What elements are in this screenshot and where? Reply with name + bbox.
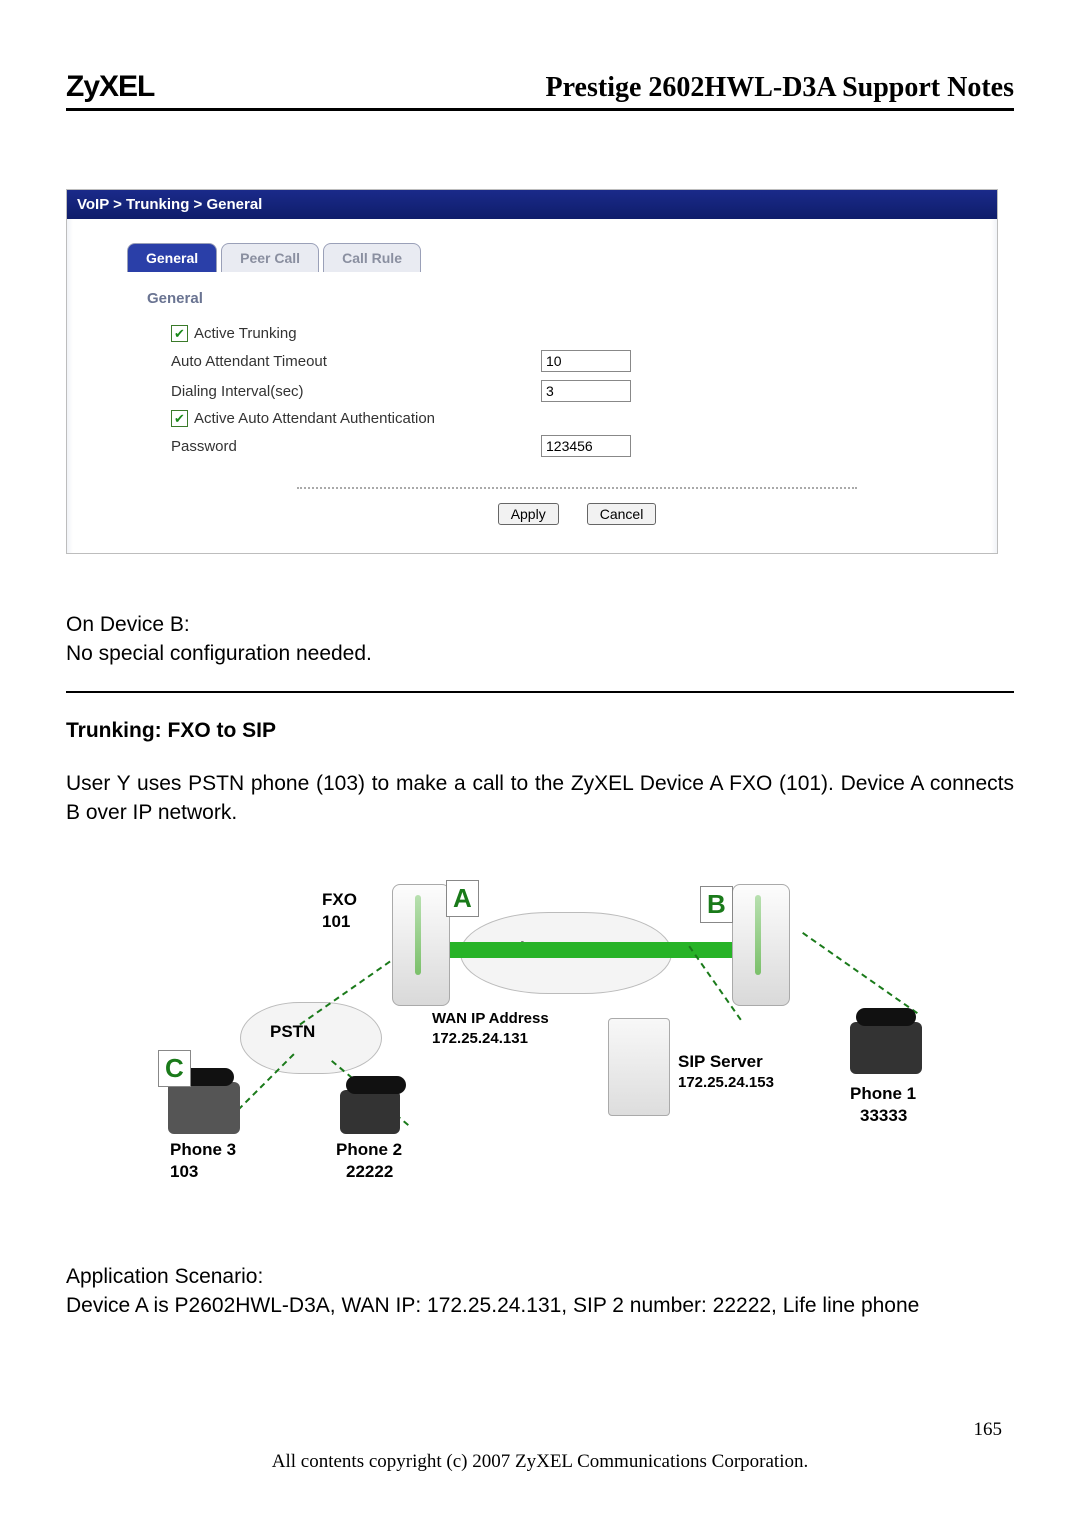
input-password[interactable] [541,435,631,457]
row-active-auto-auth: ✔ Active Auto Attendant Authentication [171,410,969,427]
paragraph-trunking: User Y uses PSTN phone (103) to make a c… [66,769,1014,828]
doc-title: Prestige 2602HWL-D3A Support Notes [546,72,1014,104]
label-active-auto-auth: Active Auto Attendant Authentication [194,410,435,427]
tab-peer-call[interactable]: Peer Call [221,243,319,272]
checkbox-active-trunking[interactable]: ✔ [171,325,188,342]
input-auto-attendant-timeout[interactable] [541,350,631,372]
copyright: All contents copyright (c) 2007 ZyXEL Co… [0,1451,1080,1473]
label-phone2-num: 22222 [346,1162,393,1182]
label-wan-ip: WAN IP Address [432,1010,549,1027]
section-title: General [147,290,969,307]
phone-3 [168,1082,240,1134]
label-phone1: Phone 1 [850,1084,916,1104]
tab-bar: General Peer Call Call Rule [127,243,969,272]
subheading-trunking: Trunking: FXO to SIP [66,719,1014,743]
diagram-container: Internet PSTN A FXO 101 B WAN IP Address… [66,872,1014,1202]
label-fxo-num: 101 [322,912,350,932]
row-dialing-interval: Dialing Interval(sec) [171,380,969,402]
breadcrumb: VoIP > Trunking > General [67,190,997,219]
device-a [392,884,450,1006]
network-diagram: Internet PSTN A FXO 101 B WAN IP Address… [140,872,940,1202]
badge-c: C [158,1050,191,1087]
page-number: 165 [974,1419,1003,1441]
label-password: Password [171,438,237,455]
label-phone3: Phone 3 [170,1140,236,1160]
tab-general[interactable]: General [127,243,217,272]
input-dialing-interval[interactable] [541,380,631,402]
link-b-phone1 [802,932,918,1014]
page-header: ZyXEL Prestige 2602HWL-D3A Support Notes [66,70,1014,111]
row-active-trunking: ✔ Active Trunking [171,325,969,342]
phone-1 [850,1022,922,1074]
label-phone3-num: 103 [170,1162,198,1182]
sip-server [608,1018,670,1116]
tab-call-rule[interactable]: Call Rule [323,243,421,272]
label-dialing-interval: Dialing Interval(sec) [171,383,304,400]
cancel-button[interactable]: Cancel [587,503,657,525]
label-pstn: PSTN [270,1022,315,1042]
device-b [732,884,790,1006]
brand-logo: ZyXEL [66,70,154,104]
apply-button[interactable]: Apply [498,503,559,525]
label-auto-attendant-timeout: Auto Attendant Timeout [171,353,327,370]
ui-screenshot: VoIP > Trunking > General General Peer C… [66,189,998,554]
badge-a: A [446,880,479,917]
label-fxo: FXO [322,890,357,910]
label-phone1-num: 33333 [860,1106,907,1126]
text-on-device-b-2: No special configuration needed. [66,639,1014,668]
phone-2 [340,1090,400,1134]
button-row: Apply Cancel [297,487,857,525]
label-active-trunking: Active Trunking [194,325,297,342]
text-on-device-b-1: On Device B: [66,610,1014,639]
row-auto-attendant-timeout: Auto Attendant Timeout [171,350,969,372]
divider [66,691,1014,693]
app-scenario-line: Device A is P2602HWL-D3A, WAN IP: 172.25… [66,1291,1014,1320]
label-sip-server: SIP Server [678,1052,763,1072]
app-scenario-heading: Application Scenario: [66,1262,1014,1291]
label-wan-ip-value: 172.25.24.131 [432,1030,528,1047]
label-sip-server-value: 172.25.24.153 [678,1074,774,1091]
row-password: Password [171,435,969,457]
checkbox-active-auto-auth[interactable]: ✔ [171,410,188,427]
badge-b: B [700,886,733,923]
label-phone2: Phone 2 [336,1140,402,1160]
